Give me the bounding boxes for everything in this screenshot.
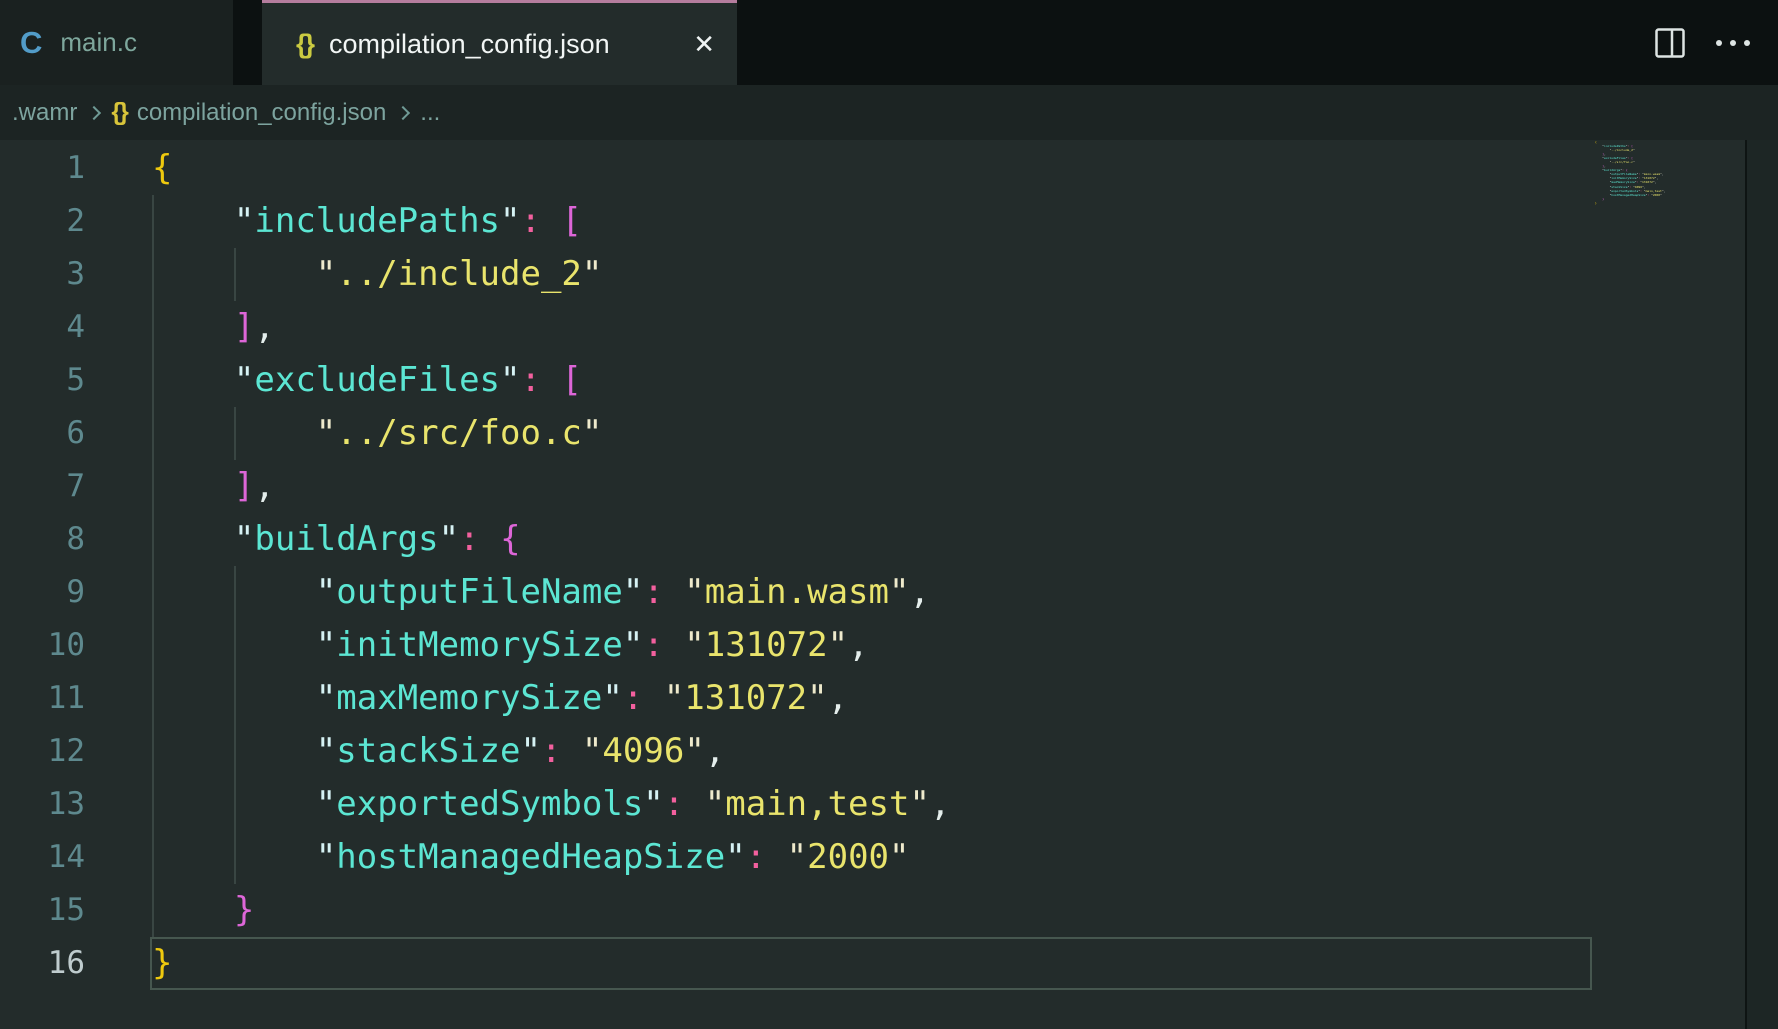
code-area[interactable]: 1{2 "includePaths": [3 "../include_2"4 ]…: [0, 142, 1778, 990]
code-line[interactable]: 7 ],: [0, 460, 1778, 513]
code-line[interactable]: 3 "../include_2": [0, 248, 1778, 301]
code-line-content: "buildArgs": {: [152, 513, 521, 566]
line-number[interactable]: 11: [0, 672, 85, 725]
chevron-right-icon: [87, 105, 101, 119]
line-number[interactable]: 5: [0, 354, 85, 407]
code-line-content: "exportedSymbols": "main,test",: [152, 778, 950, 831]
line-number[interactable]: 16: [0, 937, 85, 990]
breadcrumb: .wamr {} compilation_config.json ...: [0, 85, 1778, 140]
code-line-content: "excludeFiles": [: [152, 354, 582, 407]
breadcrumb-folder[interactable]: .wamr: [12, 99, 77, 127]
code-line[interactable]: 4 ],: [0, 301, 1778, 354]
line-number[interactable]: 8: [0, 513, 85, 566]
code-line-content: "includePaths": [: [152, 195, 582, 248]
close-tab-icon[interactable]: ✕: [693, 29, 715, 60]
tab-main-c[interactable]: C main.c: [0, 0, 233, 85]
code-line-content: "../src/foo.c": [152, 407, 602, 460]
line-number[interactable]: 15: [0, 884, 85, 937]
code-line[interactable]: 6 "../src/foo.c": [0, 407, 1778, 460]
line-number[interactable]: 3: [0, 248, 85, 301]
json-icon: {}: [296, 29, 313, 60]
line-number[interactable]: 2: [0, 195, 85, 248]
tab-bar: C main.c {} compilation_config.json ✕: [0, 0, 1778, 85]
code-line-content: "stackSize": "4096",: [152, 725, 725, 778]
code-line-content: "initMemorySize": "131072",: [152, 619, 869, 672]
code-line-content: ],: [152, 301, 275, 354]
code-line-content: "maxMemorySize": "131072",: [152, 672, 848, 725]
vscode-window: C main.c {} compilation_config.json ✕: [0, 0, 1778, 1029]
code-line[interactable]: 12 "stackSize": "4096",: [0, 725, 1778, 778]
more-actions-icon[interactable]: [1714, 37, 1752, 49]
vertical-scrollbar[interactable]: [1745, 140, 1778, 1029]
split-editor-icon[interactable]: [1654, 27, 1686, 59]
editor-actions: [1654, 0, 1752, 85]
line-number[interactable]: 12: [0, 725, 85, 778]
minimap-line: }: [1595, 201, 1743, 205]
line-number[interactable]: 7: [0, 460, 85, 513]
json-icon: {}: [111, 98, 126, 127]
line-number[interactable]: 4: [0, 301, 85, 354]
breadcrumb-symbol[interactable]: ...: [420, 99, 440, 127]
code-line[interactable]: 9 "outputFileName": "main.wasm",: [0, 566, 1778, 619]
code-line[interactable]: 8 "buildArgs": {: [0, 513, 1778, 566]
tab-compilation-config-json[interactable]: {} compilation_config.json ✕: [262, 0, 737, 85]
line-number[interactable]: 14: [0, 831, 85, 884]
line-number[interactable]: 9: [0, 566, 85, 619]
code-line[interactable]: 16}: [0, 937, 1778, 990]
code-line[interactable]: 5 "excludeFiles": [: [0, 354, 1778, 407]
code-line-content: "../include_2": [152, 248, 602, 301]
code-editor[interactable]: 1{2 "includePaths": [3 "../include_2"4 ]…: [0, 140, 1778, 1029]
chevron-right-icon: [396, 105, 410, 119]
code-line[interactable]: 13 "exportedSymbols": "main,test",: [0, 778, 1778, 831]
minimap[interactable]: { "includePaths": [ "../include_2" ], "e…: [1595, 140, 1743, 205]
code-line-content: "outputFileName": "main.wasm",: [152, 566, 930, 619]
code-line-content: }: [152, 884, 254, 937]
code-line[interactable]: 1{: [0, 142, 1778, 195]
code-line-content: ],: [152, 460, 275, 513]
line-number[interactable]: 6: [0, 407, 85, 460]
code-line[interactable]: 2 "includePaths": [: [0, 195, 1778, 248]
line-number[interactable]: 1: [0, 142, 85, 195]
tab-label: compilation_config.json: [329, 29, 610, 60]
line-number[interactable]: 13: [0, 778, 85, 831]
line-number[interactable]: 10: [0, 619, 85, 672]
code-line[interactable]: 11 "maxMemorySize": "131072",: [0, 672, 1778, 725]
code-line[interactable]: 15 }: [0, 884, 1778, 937]
c-file-icon: C: [20, 25, 42, 61]
breadcrumb-file[interactable]: compilation_config.json: [137, 99, 386, 127]
code-line[interactable]: 10 "initMemorySize": "131072",: [0, 619, 1778, 672]
current-line-highlight: [150, 937, 1592, 990]
tab-label: main.c: [60, 27, 137, 58]
code-line-content: {: [152, 142, 172, 195]
code-line[interactable]: 14 "hostManagedHeapSize": "2000": [0, 831, 1778, 884]
code-line-content: "hostManagedHeapSize": "2000": [152, 831, 910, 884]
code-line-content: }: [152, 937, 172, 990]
